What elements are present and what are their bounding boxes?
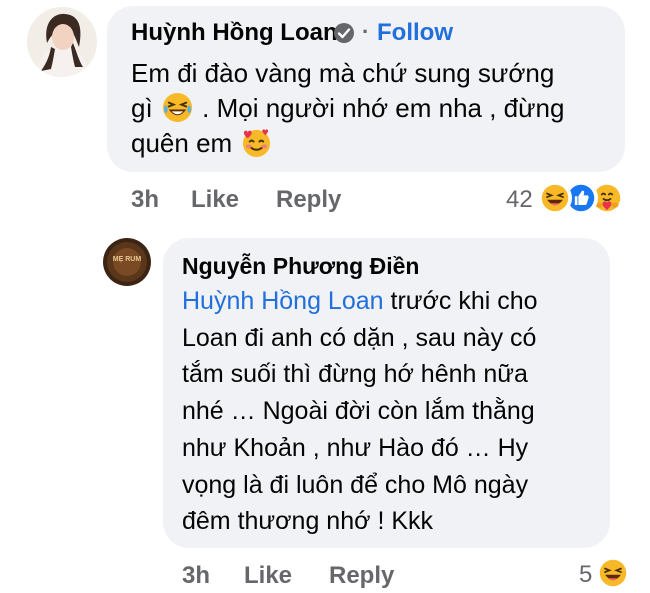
follow-button[interactable]: Follow [377,19,453,47]
separator-dot: · [362,19,370,44]
avatar-text: MẸ RUM [112,256,142,263]
comment-text-line-3: quên em [131,125,274,162]
reply-text-line-2: Loan đi anh có dặn , sau này có [182,324,537,352]
comment-text-line-2: gì . Mọi người nhớ em nha , đừng [131,90,564,127]
reply-timestamp[interactable]: 3h [182,562,210,590]
comment-text-fragment: gì [131,93,153,123]
reply-text-line-4: nhé … Ngoài đời còn lắm thằng [182,397,535,425]
comment-timestamp[interactable]: 3h [131,186,159,214]
reply-text-line-5: như Khoản , như Hào đó … Hy [182,434,529,462]
reply-reply-button[interactable]: Reply [329,562,394,590]
comment-author[interactable]: Huỳnh Hồng Loan [131,19,338,47]
reply-text-line-1: Huỳnh Hồng Loan trước khi cho [182,283,538,320]
smiling-face-with-hearts-emoji-icon [241,127,272,158]
like-button[interactable]: Like [191,186,239,214]
avatar-huynh-hong-loan[interactable] [27,7,97,77]
reply-like-button[interactable]: Like [244,562,292,590]
reply-author[interactable]: Nguyễn Phương Điền [182,253,419,280]
haha-reaction-icon[interactable] [596,556,630,590]
comment-text-fragment: . Mọi người nhớ em nha , đừng [202,93,565,123]
reply-reaction-count[interactable]: 5 [579,561,592,589]
comment-text-fragment: quên em [131,128,233,158]
haha-reaction-icon[interactable] [538,181,572,215]
verified-badge-icon [333,22,355,44]
reply-text-fragment: trước khi cho [390,287,538,315]
reply-text-line-7: đêm thương nhớ ! Kkk [182,507,434,535]
comment-text-line-1: Em đi đào vàng mà chứ sung sướng [131,58,555,88]
laughing-tears-emoji-icon [162,92,193,123]
reply-button[interactable]: Reply [276,186,341,214]
reply-text-line-3: tắm suối thì đừng hớ hênh nữa [182,360,528,388]
mention-link[interactable]: Huỳnh Hồng Loan [182,287,384,315]
reaction-count[interactable]: 42 [506,186,533,214]
reply-text-line-6: vọng là đi luôn để cho Mô ngày [182,471,529,499]
